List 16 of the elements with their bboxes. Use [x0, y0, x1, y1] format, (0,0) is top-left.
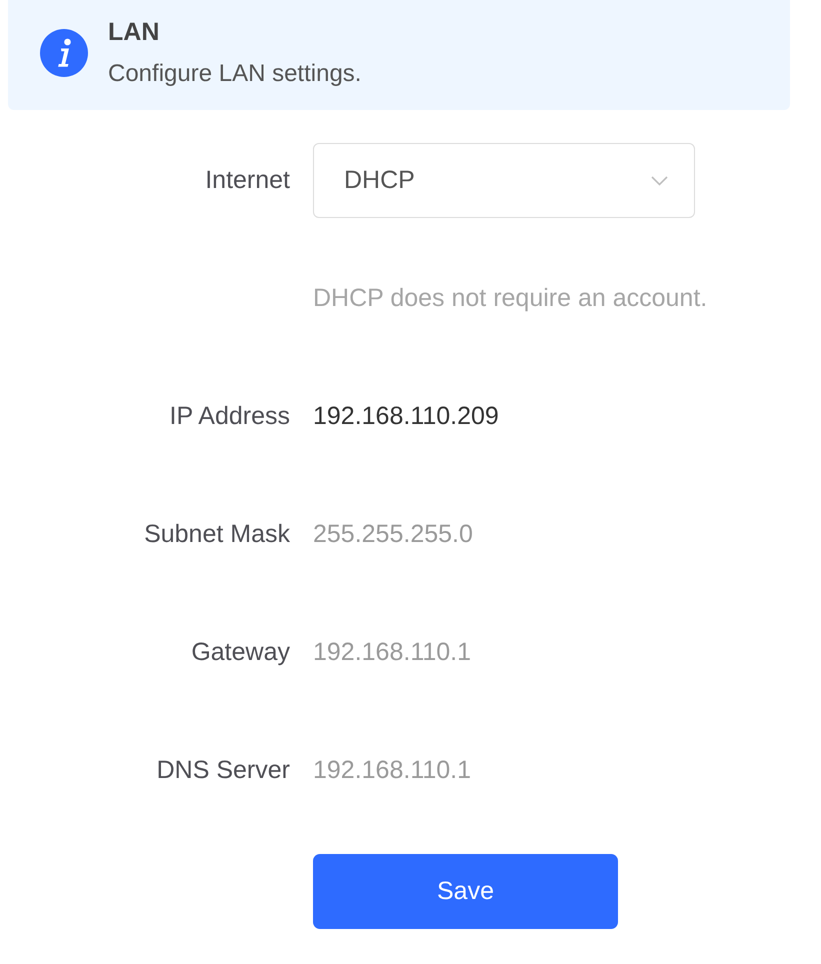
info-icon	[40, 29, 88, 77]
field-value: 255.255.255.0	[313, 520, 473, 548]
field-label: IP Address	[170, 402, 290, 430]
banner-title: LAN	[108, 17, 160, 47]
field-value: 192.168.110.1	[313, 756, 472, 784]
banner-description: Configure LAN settings.	[108, 59, 362, 89]
chevron-down-icon	[651, 176, 668, 186]
field-value: 192.168.110.209	[313, 402, 499, 430]
field-label: Internet	[205, 166, 290, 195]
hint-text: DHCP does not require an account.	[313, 284, 708, 312]
field-label: DNS Server	[156, 756, 290, 784]
internet-select[interactable]: DHCP	[313, 143, 695, 218]
field-label: Subnet Mask	[144, 520, 290, 548]
field-value: 192.168.110.1	[313, 638, 472, 666]
save-button[interactable]: Save	[313, 854, 618, 929]
field-label: Gateway	[191, 638, 290, 666]
